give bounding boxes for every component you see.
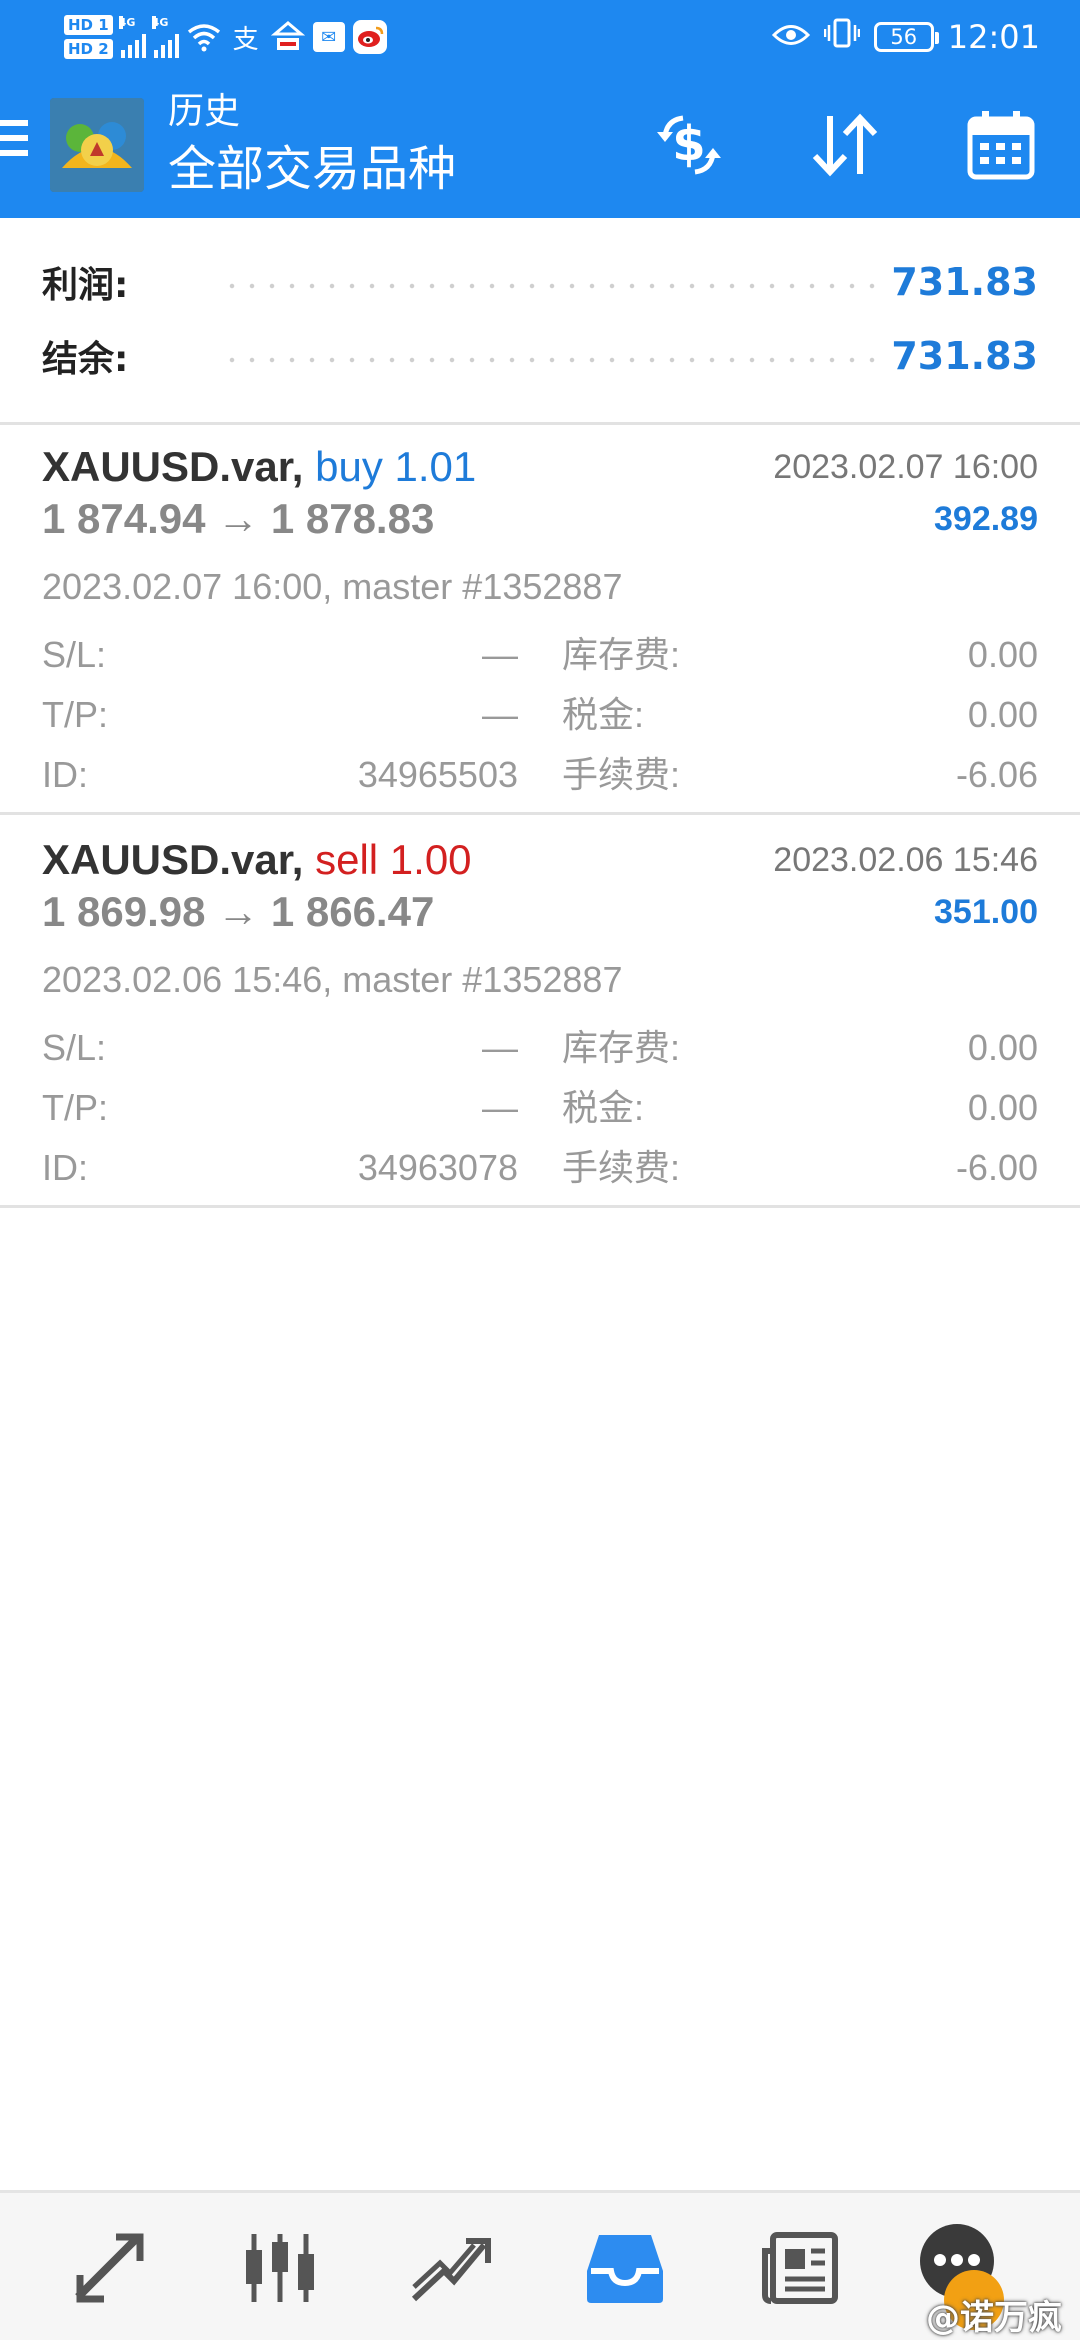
tp-label: T/P: <box>42 694 109 735</box>
watermark-text: @诺万疯 <box>926 2298 1062 2338</box>
sl-value: — <box>482 634 518 675</box>
mail-icon: ✉ <box>312 22 345 52</box>
app-logo-icon <box>50 98 144 192</box>
tax-label: 税金: <box>562 1087 645 1128</box>
deal-info: 2023.02.07 16:00, master #1352887 <box>42 566 623 607</box>
menu-icon[interactable] <box>0 120 30 166</box>
signal-2-icon: 4G <box>151 16 179 58</box>
status-left: HD 1 HD 2 4G 4G 支 ✉ <box>64 6 387 68</box>
net2-label: 4G <box>151 16 169 29</box>
balance-label: 结余: <box>42 339 129 380</box>
fee-label: 手续费: <box>562 1147 681 1188</box>
balance-value: 731.83 <box>891 334 1038 378</box>
status-right: 56 12:01 <box>771 8 1040 66</box>
balance-row: 结余: 731.83 <box>42 326 1038 386</box>
deal-prices: 1 874.94 → 1 878.83 <box>42 495 435 542</box>
swap-label: 库存费: <box>562 1027 681 1068</box>
profit-row: 利润: 731.83 <box>42 252 1038 312</box>
quotes-icon[interactable] <box>60 2223 160 2313</box>
id-value: 34963078 <box>357 1147 518 1188</box>
eye-icon <box>771 18 810 56</box>
hd2-badge: HD 2 <box>64 39 113 59</box>
hd1-badge: HD 1 <box>64 15 113 35</box>
currency-swap-icon[interactable]: $ <box>644 100 734 190</box>
profit-value: 731.83 <box>891 260 1038 304</box>
weibo-icon <box>352 20 387 54</box>
tp-value: — <box>482 694 518 735</box>
deal-symbol-line: XAUUSD.var, buy 1.01 <box>42 440 476 494</box>
app-icon <box>270 20 305 54</box>
page-subtitle: 全部交易品种 <box>168 141 457 197</box>
deal-item[interactable]: XAUUSD.var, buy 1.01 2023.02.07 16:00 1 … <box>0 422 1080 815</box>
tp-value: — <box>482 1087 518 1128</box>
fee-value: -6.06 <box>955 754 1038 795</box>
summary-panel: 利润: 731.83 结余: 731.83 <box>0 218 1080 425</box>
profit-label: 利润: <box>42 265 129 306</box>
sl-label: S/L: <box>42 1027 107 1068</box>
id-value: 34965503 <box>357 754 518 795</box>
status-bar: HD 1 HD 2 4G 4G 支 ✉ 56 12:01 <box>0 0 1080 74</box>
calendar-icon[interactable] <box>956 100 1046 190</box>
chart-candles-icon[interactable] <box>230 2223 330 2313</box>
deal-prices: 1 869.98 → 1 866.47 <box>42 888 435 935</box>
fee-value: -6.00 <box>955 1147 1038 1188</box>
page-title: 历史 <box>168 91 241 132</box>
swap-value: 0.00 <box>967 1027 1038 1068</box>
wifi-icon <box>187 20 221 54</box>
battery-level: 56 <box>890 25 918 49</box>
deal-profit: 351.00 <box>934 893 1038 931</box>
deal-symbol-line: XAUUSD.var, sell 1.00 <box>42 833 472 887</box>
dotted-leader <box>222 357 876 363</box>
swap-label: 库存费: <box>562 634 681 675</box>
vibrate-icon <box>823 17 861 57</box>
deal-side: buy 1.01 <box>315 443 477 490</box>
tp-label: T/P: <box>42 1087 109 1128</box>
tax-label: 税金: <box>562 694 645 735</box>
app-bar: 历史 全部交易品种 $ <box>0 74 1080 218</box>
id-label: ID: <box>42 754 89 795</box>
tax-value: 0.00 <box>967 1087 1038 1128</box>
deal-profit: 392.89 <box>934 500 1038 538</box>
hd-indicators: HD 1 HD 2 <box>64 15 113 59</box>
battery-icon: 56 <box>873 22 939 52</box>
news-icon[interactable] <box>750 2223 850 2313</box>
signal-1-icon: 4G <box>118 16 146 58</box>
sl-value: — <box>482 1027 518 1068</box>
deal-info: 2023.02.06 15:46, master #1352887 <box>42 959 623 1000</box>
deal-symbol: XAUUSD.var, <box>42 836 304 883</box>
swap-value: 0.00 <box>967 634 1038 675</box>
dotted-leader <box>222 283 876 289</box>
deal-side: sell 1.00 <box>315 836 472 883</box>
alipay-icon: 支 <box>232 24 259 55</box>
deal-time: 2023.02.07 16:00 <box>773 448 1038 486</box>
id-label: ID: <box>42 1147 89 1188</box>
sl-label: S/L: <box>42 634 107 675</box>
deal-time: 2023.02.06 15:46 <box>773 841 1038 879</box>
history-icon[interactable] <box>575 2223 675 2313</box>
trade-icon[interactable] <box>400 2223 500 2313</box>
sort-icon[interactable] <box>800 100 890 190</box>
tax-value: 0.00 <box>967 694 1038 735</box>
net1-label: 4G <box>118 16 136 29</box>
bottom-nav <box>0 2190 1080 2340</box>
deal-item[interactable]: XAUUSD.var, sell 1.00 2023.02.06 15:46 1… <box>0 815 1080 1208</box>
clock: 12:01 <box>947 18 1040 56</box>
deal-symbol: XAUUSD.var, <box>42 443 304 490</box>
fee-label: 手续费: <box>562 754 681 795</box>
top-bar: HD 1 HD 2 4G 4G 支 ✉ 56 12:01 历史 全部交易品种 $ <box>0 0 1080 218</box>
svg-text:$: $ <box>672 116 705 172</box>
